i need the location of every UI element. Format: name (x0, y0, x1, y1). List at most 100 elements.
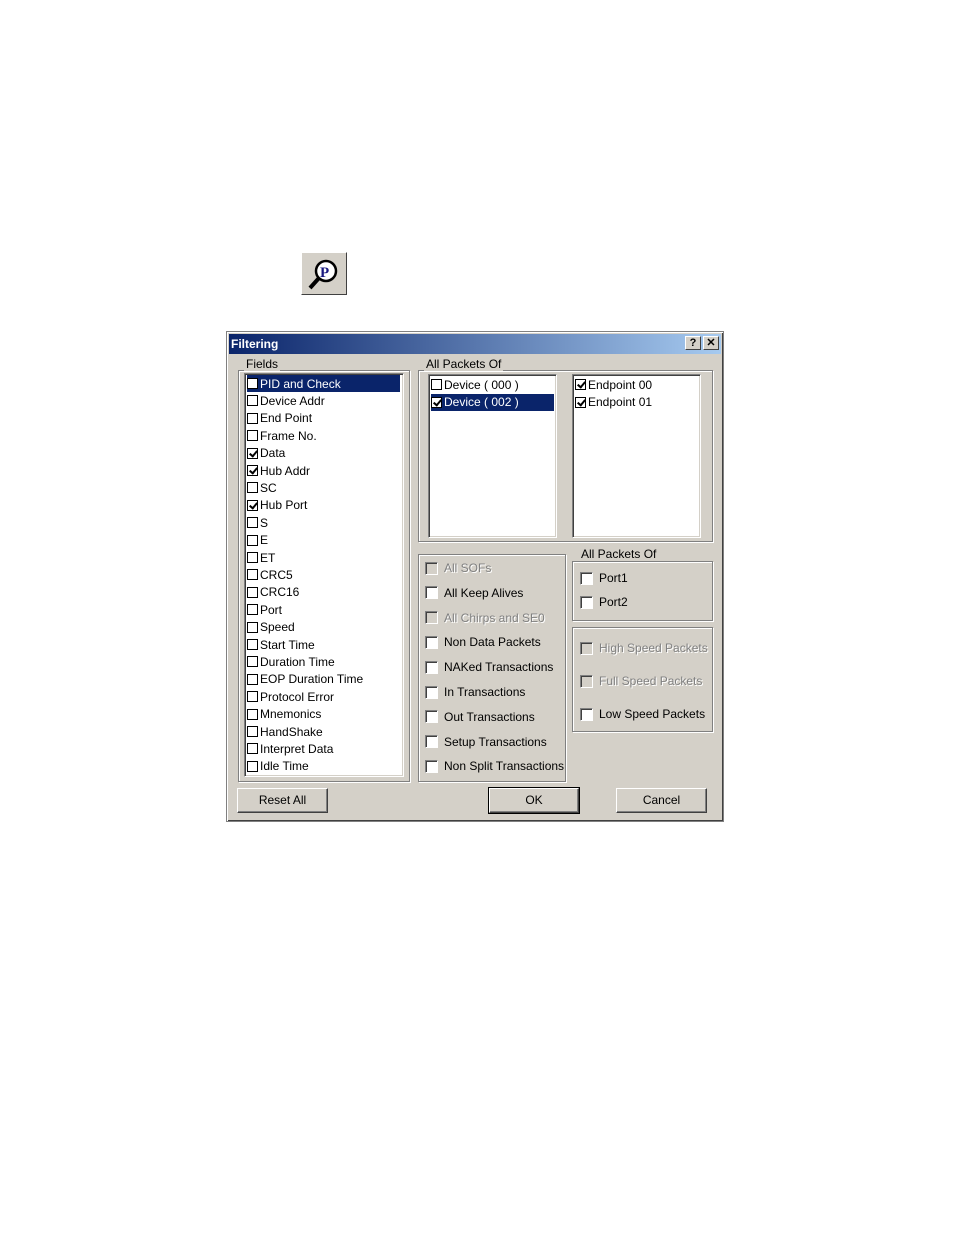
item-checkbox[interactable] (247, 760, 258, 772)
option-checkbox-row[interactable]: Out Transactions (425, 709, 535, 725)
option-checkbox[interactable] (425, 759, 438, 773)
list-item[interactable]: Endpoint 00 (575, 376, 698, 393)
help-button[interactable]: ? (685, 336, 701, 350)
item-checkbox[interactable] (247, 552, 258, 563)
ok-button[interactable]: OK (488, 787, 580, 814)
list-item[interactable]: PID and Check (247, 375, 400, 392)
list-item[interactable]: Port (247, 601, 400, 618)
filter-toolbar-button[interactable]: P (301, 252, 347, 295)
list-item[interactable]: Duration Time (247, 653, 400, 670)
item-checkbox[interactable] (247, 378, 258, 389)
item-checkbox[interactable] (247, 708, 258, 720)
item-checkbox[interactable] (247, 517, 258, 529)
list-item[interactable]: End Point (247, 410, 400, 427)
item-checkbox[interactable] (247, 465, 258, 476)
option-label: NAKed Transactions (444, 660, 554, 675)
option-checkbox[interactable] (580, 595, 593, 609)
list-item[interactable]: Interpret Data (247, 740, 400, 757)
list-item[interactable]: Device Addr (247, 392, 400, 409)
list-item[interactable]: Hub Port (247, 497, 400, 514)
item-checkbox[interactable] (575, 379, 586, 390)
list-item[interactable]: EOP Duration Time (247, 671, 400, 688)
list-item[interactable]: Mnemonics (247, 706, 400, 723)
cancel-button[interactable]: Cancel (616, 788, 707, 813)
option-checkbox-row[interactable]: Port1 (580, 570, 628, 586)
item-label: Device Addr (260, 393, 325, 408)
list-item[interactable]: CRC16 (247, 584, 400, 601)
item-checkbox[interactable] (247, 639, 258, 650)
close-button[interactable]: ✕ (703, 336, 719, 350)
item-checkbox[interactable] (247, 430, 258, 442)
item-label: Hub Addr (260, 463, 311, 478)
item-label: PID and Check (260, 376, 341, 391)
list-item[interactable]: HandShake (247, 723, 400, 740)
list-item[interactable]: CRC5 (247, 566, 400, 583)
option-checkbox-row[interactable]: Non Data Packets (425, 634, 541, 650)
item-checkbox[interactable] (247, 743, 258, 755)
option-checkbox[interactable] (425, 685, 438, 699)
option-checkbox[interactable] (425, 710, 438, 724)
item-checkbox[interactable] (247, 691, 258, 703)
item-checkbox[interactable] (247, 726, 258, 737)
item-checkbox[interactable] (247, 412, 258, 424)
list-item[interactable]: Endpoint 01 (575, 394, 698, 411)
item-checkbox[interactable] (247, 621, 258, 633)
option-checkbox-row[interactable]: Low Speed Packets (580, 706, 705, 722)
option-checkbox[interactable] (425, 635, 438, 649)
reset-all-button[interactable]: Reset All (237, 788, 328, 813)
option-checkbox-row[interactable]: Port2 (580, 594, 628, 610)
option-label: All Chirps and SE0 (444, 610, 545, 625)
option-checkbox-row: Full Speed Packets (580, 673, 702, 689)
fields-listbox[interactable]: PID and Check Device Addr End Point Frame N… (244, 373, 404, 777)
item-label: CRC5 (260, 567, 293, 582)
option-checkbox[interactable] (425, 586, 438, 600)
help-icon: ? (689, 337, 697, 349)
item-checkbox[interactable] (431, 396, 442, 408)
item-checkbox[interactable] (247, 534, 258, 546)
list-item[interactable]: Hub Addr (247, 462, 400, 479)
list-item[interactable]: Protocol Error (247, 688, 400, 705)
item-checkbox[interactable] (575, 396, 586, 408)
dialog-title: Filtering (231, 337, 279, 351)
option-checkbox[interactable] (580, 707, 593, 721)
filtering-dialog: Filtering ? ✕ Fields PID and Check Device… (226, 331, 724, 822)
devices-listbox[interactable]: Device ( 000 ) Device ( 002 ) (428, 374, 557, 538)
option-checkbox-row[interactable]: Setup Transactions (425, 734, 547, 750)
option-checkbox[interactable] (425, 735, 438, 749)
list-item[interactable]: Device ( 000 ) (431, 376, 554, 393)
option-checkbox (425, 611, 438, 625)
option-checkbox-row[interactable]: NAKed Transactions (425, 659, 553, 675)
list-item[interactable]: Start Time (247, 636, 400, 653)
item-label: Mnemonics (260, 707, 322, 722)
list-item[interactable]: Idle Time (247, 758, 400, 775)
list-item[interactable]: Device ( 002 ) (431, 393, 554, 411)
list-item[interactable]: Data (247, 445, 400, 462)
option-checkbox (580, 674, 593, 688)
item-checkbox[interactable] (247, 604, 258, 616)
item-label: SC (260, 480, 277, 495)
option-checkbox[interactable] (425, 660, 438, 674)
item-checkbox[interactable] (247, 673, 258, 685)
title-bar: Filtering ? ✕ (229, 334, 721, 354)
option-checkbox[interactable] (580, 571, 593, 585)
packets-devices-legend: All Packets Of (424, 357, 504, 371)
option-checkbox-row[interactable]: All Keep Alives (425, 585, 523, 601)
item-checkbox[interactable] (431, 379, 442, 390)
endpoints-listbox[interactable]: Endpoint 00 Endpoint 01 (572, 374, 701, 538)
item-checkbox[interactable] (247, 586, 258, 598)
list-item[interactable]: SC (247, 479, 400, 496)
item-label: Idle Time (260, 759, 309, 774)
list-item[interactable]: Frame No. (247, 427, 400, 444)
option-checkbox-row[interactable]: Non Split Transactions (425, 758, 564, 774)
item-checkbox[interactable] (247, 499, 258, 511)
item-checkbox[interactable] (247, 656, 258, 668)
item-checkbox[interactable] (247, 482, 258, 494)
item-checkbox[interactable] (247, 569, 258, 581)
item-checkbox[interactable] (247, 447, 258, 459)
list-item[interactable]: Speed (247, 619, 400, 636)
list-item[interactable]: S (247, 514, 400, 531)
list-item[interactable]: ET (247, 549, 400, 566)
list-item[interactable]: E (247, 532, 400, 549)
option-checkbox-row[interactable]: In Transactions (425, 684, 525, 700)
item-checkbox[interactable] (247, 395, 258, 407)
